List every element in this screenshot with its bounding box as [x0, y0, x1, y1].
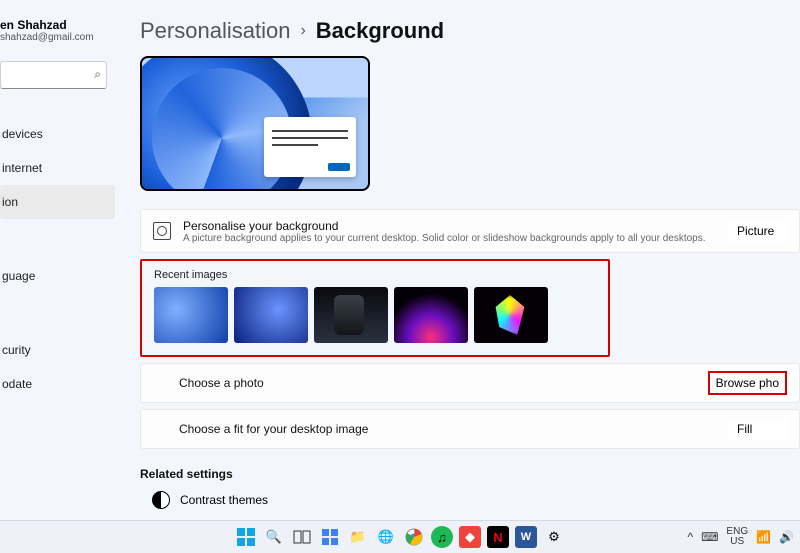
contrast-icon	[152, 491, 170, 509]
recent-images-thumbs	[154, 287, 596, 343]
tray-chevron-icon[interactable]: ^	[687, 530, 693, 544]
sidebar: en Shahzad shahzad@gmail.com ⌕ devices i…	[0, 0, 115, 520]
personalise-background-row[interactable]: Personalise your background A picture ba…	[140, 209, 800, 253]
recent-image-1[interactable]	[154, 287, 228, 343]
volume-icon[interactable]: 🔊	[779, 530, 794, 544]
main-content: Personalisation › Background Personalise…	[140, 18, 800, 520]
sidebar-item-language[interactable]: guage	[0, 259, 115, 293]
fit-dropdown[interactable]: Fill	[727, 418, 787, 440]
region-code: US	[726, 537, 748, 547]
sidebar-item-personalisation[interactable]: ion	[0, 185, 115, 219]
spotify-icon[interactable]: ♫	[431, 526, 453, 548]
personalise-title: Personalise your background	[183, 219, 706, 233]
chevron-right-icon: ›	[300, 22, 305, 40]
anydesk-icon[interactable]: ◆	[459, 526, 481, 548]
widgets-icon[interactable]	[319, 526, 341, 548]
settings-icon[interactable]: ⚙	[543, 526, 565, 548]
preview-window-icon	[264, 117, 356, 177]
explorer-icon[interactable]: 📁	[347, 526, 369, 548]
edge-icon[interactable]: 🌐	[375, 526, 397, 548]
user-block[interactable]: en Shahzad shahzad@gmail.com	[0, 18, 115, 43]
search-wrap: ⌕	[0, 61, 115, 89]
search-icon[interactable]: ⌕	[94, 67, 101, 82]
wifi-icon[interactable]: 📶	[756, 530, 771, 544]
recent-image-4[interactable]	[394, 287, 468, 343]
choose-photo-row: Choose a photo Browse pho	[140, 363, 800, 403]
recent-image-3[interactable]	[314, 287, 388, 343]
recent-image-5[interactable]	[474, 287, 548, 343]
desktop-preview	[140, 56, 370, 191]
contrast-themes-row[interactable]: Contrast themes	[140, 491, 800, 509]
chrome-icon[interactable]	[403, 526, 425, 548]
sidebar-item-devices[interactable]: devices	[0, 117, 115, 151]
language-indicator[interactable]: ENG US	[726, 527, 748, 547]
browse-photos-button[interactable]: Browse pho	[708, 371, 787, 395]
recent-images-block: Recent images	[140, 259, 610, 357]
search-input[interactable]	[0, 61, 107, 89]
recent-images-title: Recent images	[154, 269, 596, 281]
breadcrumb-parent[interactable]: Personalisation	[140, 18, 290, 44]
start-button[interactable]	[235, 526, 257, 548]
sidebar-item-update[interactable]: odate	[0, 367, 115, 401]
choose-fit-row: Choose a fit for your desktop image Fill	[140, 409, 800, 449]
search-taskbar-icon[interactable]: 🔍	[263, 526, 285, 548]
related-settings-title: Related settings	[140, 467, 800, 481]
task-view-icon[interactable]	[291, 526, 313, 548]
sidebar-item-security[interactable]: curity	[0, 333, 115, 367]
netflix-icon[interactable]: N	[487, 526, 509, 548]
user-name: en Shahzad	[0, 18, 115, 32]
keyboard-icon[interactable]: ⌨	[701, 530, 718, 544]
background-type-dropdown[interactable]: Picture	[727, 220, 787, 242]
breadcrumb: Personalisation › Background	[140, 18, 800, 44]
related-settings: Related settings Contrast themes	[140, 467, 800, 509]
contrast-themes-label: Contrast themes	[180, 493, 268, 507]
taskbar-tray: ^ ⌨ ENG US 📶 🔊	[687, 527, 794, 547]
choose-photo-label: Choose a photo	[153, 376, 264, 390]
choose-fit-label: Choose a fit for your desktop image	[153, 422, 368, 436]
user-email: shahzad@gmail.com	[0, 32, 115, 43]
recent-image-2[interactable]	[234, 287, 308, 343]
taskbar: 🔍 📁 🌐 ♫ ◆ N W ⚙ ^ ⌨ ENG US 📶 🔊	[0, 520, 800, 553]
word-icon[interactable]: W	[515, 526, 537, 548]
personalise-subtitle: A picture background applies to your cur…	[183, 233, 706, 244]
breadcrumb-current: Background	[316, 18, 444, 44]
taskbar-center: 🔍 📁 🌐 ♫ ◆ N W ⚙	[235, 526, 565, 548]
sidebar-item-internet[interactable]: internet	[0, 151, 115, 185]
picture-icon	[153, 222, 171, 240]
